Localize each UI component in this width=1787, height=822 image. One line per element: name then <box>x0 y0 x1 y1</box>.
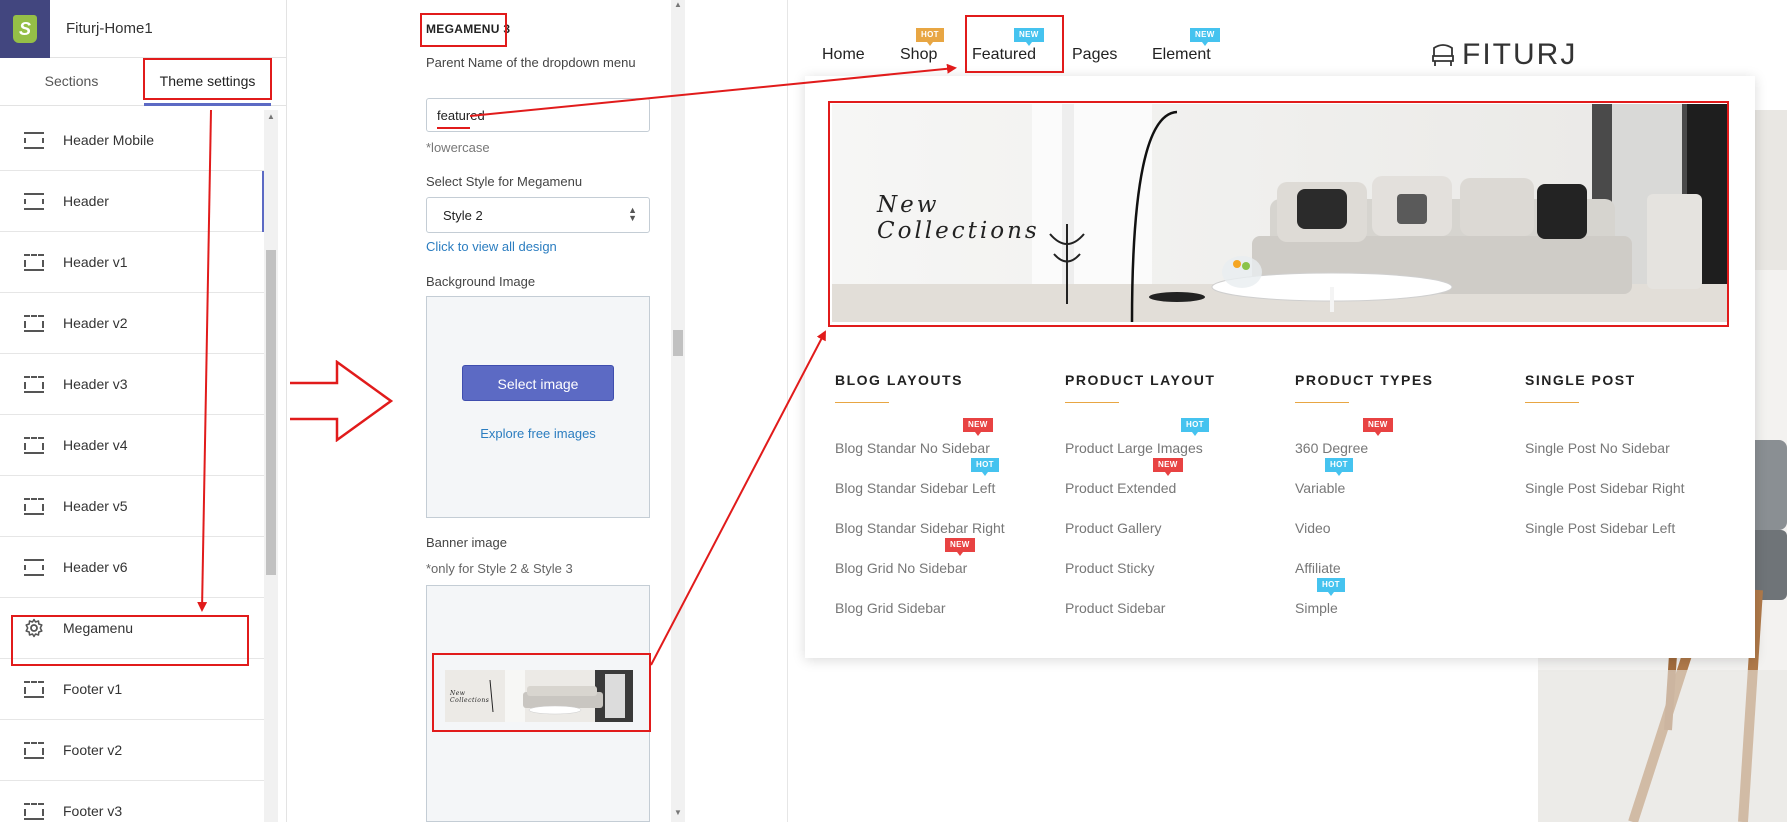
annotation-arrows <box>197 63 957 666</box>
